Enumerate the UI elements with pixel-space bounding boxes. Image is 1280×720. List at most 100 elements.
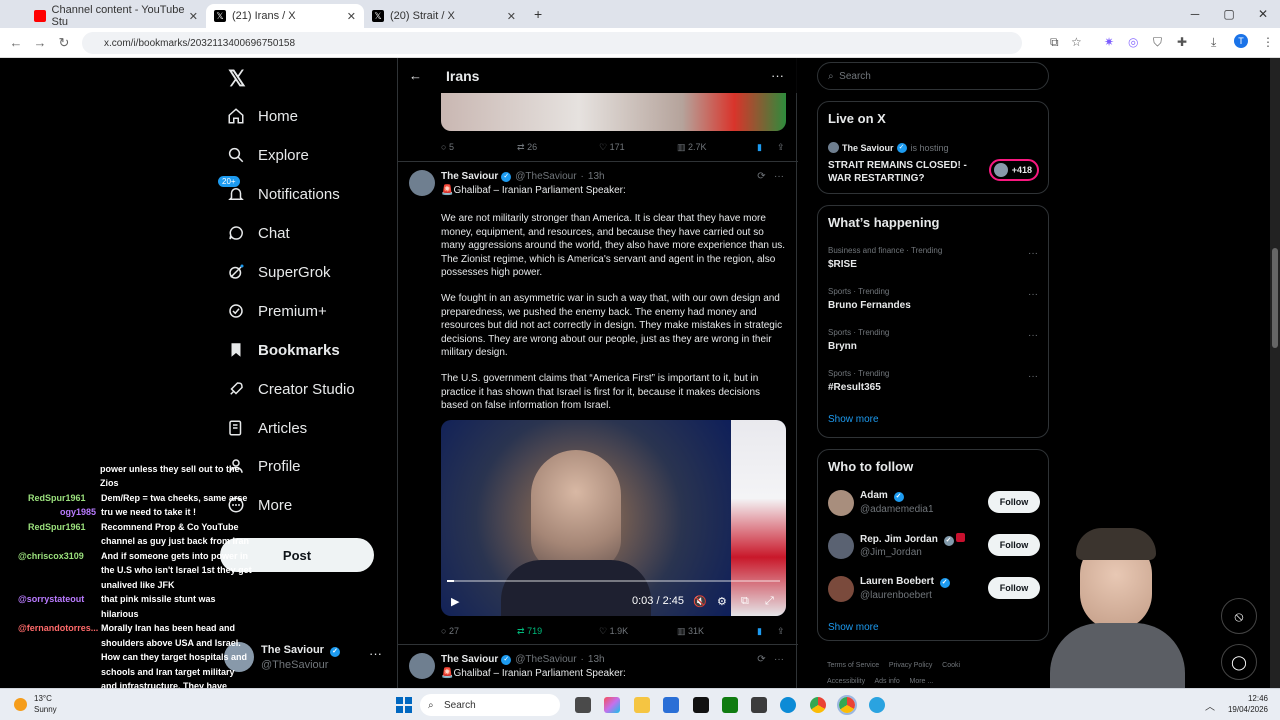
nav-articles[interactable]: Articles xyxy=(226,418,307,438)
live-host[interactable]: The Saviour ✓ is hosting xyxy=(828,142,949,153)
tweet-time[interactable]: 13h xyxy=(588,171,605,182)
page-scrollbar[interactable] xyxy=(1270,58,1280,688)
store-icon[interactable] xyxy=(663,697,679,713)
more-icon[interactable]: ··· xyxy=(774,654,784,665)
more-icon[interactable]: ··· xyxy=(369,646,382,661)
scrollbar-thumb[interactable] xyxy=(1272,248,1278,348)
tweet-author-name[interactable]: The Saviour xyxy=(441,654,498,665)
follow-button[interactable]: Follow xyxy=(988,491,1040,513)
back-arrow-icon[interactable]: ← xyxy=(409,68,422,83)
tab-youtube-studio[interactable]: Channel content - YouTube Stu ✕ xyxy=(26,4,206,28)
footer-link[interactable]: Cooki xyxy=(942,662,960,669)
windows-start-icon[interactable] xyxy=(396,697,412,713)
close-window-icon[interactable]: ✕ xyxy=(1246,7,1280,21)
profile-avatar[interactable]: T xyxy=(1234,34,1248,48)
more-icon[interactable]: ··· xyxy=(771,68,784,83)
tab-irans[interactable]: 𝕏 (21) Irans / X ✕ xyxy=(206,4,364,28)
task-view-icon[interactable] xyxy=(575,697,591,713)
follow-suggestion[interactable]: Lauren Boebert ✓ @laurenboebert Follow xyxy=(828,574,1040,608)
shield-icon[interactable]: ⛉ xyxy=(1153,35,1162,50)
url-field[interactable]: x.com/i/bookmarks/2032113400696750158 xyxy=(82,32,1022,54)
tray-chevron-icon[interactable]: ︿ xyxy=(1205,698,1215,713)
search-input[interactable]: ⌕ Search xyxy=(817,62,1049,90)
nav-supergrok[interactable]: SuperGrok xyxy=(226,262,331,282)
views-button[interactable]: ▥ 2.7K xyxy=(677,142,757,153)
telegram-icon[interactable] xyxy=(869,697,885,713)
star-icon[interactable]: ☆ xyxy=(1071,35,1082,49)
more-icon[interactable]: ··· xyxy=(1028,248,1038,259)
nav-creator-studio[interactable]: Creator Studio xyxy=(226,379,355,399)
views-button[interactable]: ▥ 31K xyxy=(677,626,757,637)
follow-suggestion[interactable]: Rep. Jim Jordan ✓ @Jim_Jordan Follow xyxy=(828,531,1040,565)
nav-explore[interactable]: Explore xyxy=(226,145,309,165)
tweet-author-name[interactable]: The Saviour xyxy=(441,171,498,182)
nav-home[interactable]: Home xyxy=(226,106,298,126)
trend-item[interactable]: Sports · Trending #Result365 ··· xyxy=(828,369,1040,393)
close-icon[interactable]: ✕ xyxy=(507,10,516,23)
settings-icon[interactable]: ⚙ xyxy=(717,595,727,608)
video-progress-bar[interactable] xyxy=(447,580,780,582)
footer-link[interactable]: Terms of Service xyxy=(827,662,879,669)
repost-button[interactable]: ⇄ 26 xyxy=(517,142,599,153)
show-more-link[interactable]: Show more xyxy=(828,622,879,633)
more-icon[interactable]: ··· xyxy=(1028,371,1038,382)
trend-item[interactable]: Sports · Trending Bruno Fernandes ··· xyxy=(828,287,1040,311)
close-icon[interactable]: ✕ xyxy=(347,10,356,23)
forward-icon[interactable]: → xyxy=(28,35,52,50)
grok-button[interactable]: ⦸ xyxy=(1221,598,1257,634)
extension-icon[interactable]: ◎ xyxy=(1128,35,1138,49)
footer-link[interactable]: More ... xyxy=(910,678,934,685)
edge-icon[interactable] xyxy=(780,697,796,713)
footer-link[interactable]: Accessibility xyxy=(827,678,865,685)
mute-icon[interactable]: 🔇 xyxy=(693,595,707,608)
file-explorer-icon[interactable] xyxy=(634,697,650,713)
bookmark-icon[interactable]: ▮ xyxy=(757,626,777,637)
nav-bookmarks[interactable]: Bookmarks xyxy=(226,340,340,360)
trend-item[interactable]: Sports · Trending Brynn ··· xyxy=(828,328,1040,352)
follow-button[interactable]: Follow xyxy=(988,534,1040,556)
install-icon[interactable]: ⧉ xyxy=(1050,35,1059,50)
messages-button[interactable]: ◯ xyxy=(1221,644,1257,680)
space-title[interactable]: STRAIT REMAINS CLOSED! - WAR RESTARTING? xyxy=(828,159,978,185)
avatar[interactable] xyxy=(409,653,435,679)
footer-link[interactable]: Ads info xyxy=(874,678,899,685)
play-icon[interactable]: ▶ xyxy=(451,595,459,608)
listeners-badge[interactable]: +418 xyxy=(989,159,1039,181)
repost-button[interactable]: ⇄ 719 xyxy=(517,626,599,637)
app-icon[interactable] xyxy=(751,697,767,713)
more-icon[interactable]: ··· xyxy=(774,171,784,182)
reply-button[interactable]: ○ 27 xyxy=(441,626,517,636)
close-icon[interactable]: ✕ xyxy=(189,10,198,23)
more-icon[interactable]: ··· xyxy=(1028,330,1038,341)
app-icon[interactable] xyxy=(693,697,709,713)
bookmark-icon[interactable]: ▮ xyxy=(757,142,777,153)
like-button[interactable]: ♡ 171 xyxy=(599,142,677,153)
extension-icon[interactable]: ✷ xyxy=(1104,35,1114,49)
share-icon[interactable]: ⇪ xyxy=(777,142,785,153)
new-tab-button[interactable]: + xyxy=(534,6,542,22)
share-icon[interactable]: ⇪ xyxy=(777,626,785,637)
chrome-icon[interactable] xyxy=(810,697,826,713)
weather-widget[interactable]: 13°C Sunny xyxy=(34,693,57,715)
trend-item[interactable]: Business and finance · Trending $RISE ··… xyxy=(828,246,1040,270)
more-icon[interactable]: ··· xyxy=(1028,289,1038,300)
menu-icon[interactable]: ⋮ xyxy=(1262,35,1274,49)
tab-strait[interactable]: 𝕏 (20) Strait / X ✕ xyxy=(364,4,524,28)
clock[interactable]: 12:46 19/04/2026 xyxy=(1228,693,1268,715)
avatar[interactable] xyxy=(409,170,435,196)
follow-suggestion[interactable]: Adam ✓ @adamemedia1 Follow xyxy=(828,488,1040,522)
copilot-icon[interactable] xyxy=(604,697,620,713)
chrome-active-icon[interactable] xyxy=(837,695,857,715)
reload-icon[interactable]: ↻ xyxy=(52,35,76,51)
minimize-icon[interactable]: ─ xyxy=(1178,7,1212,21)
x-logo-icon[interactable]: 𝕏 xyxy=(228,66,246,92)
nav-chat[interactable]: Chat xyxy=(226,223,290,243)
follow-button[interactable]: Follow xyxy=(988,577,1040,599)
back-icon[interactable]: ← xyxy=(4,35,28,50)
video-player[interactable]: ▶ 0:03 / 2:45 🔇 ⚙ ⧉ ⤢ xyxy=(441,420,786,616)
nav-premium[interactable]: Premium+ xyxy=(226,301,327,321)
show-more-link[interactable]: Show more xyxy=(828,414,879,425)
puzzle-icon[interactable]: ✚ xyxy=(1177,35,1187,49)
taskbar-search-input[interactable]: ⌕ Search xyxy=(420,694,560,716)
reply-button[interactable]: ○ 5 xyxy=(441,142,517,152)
